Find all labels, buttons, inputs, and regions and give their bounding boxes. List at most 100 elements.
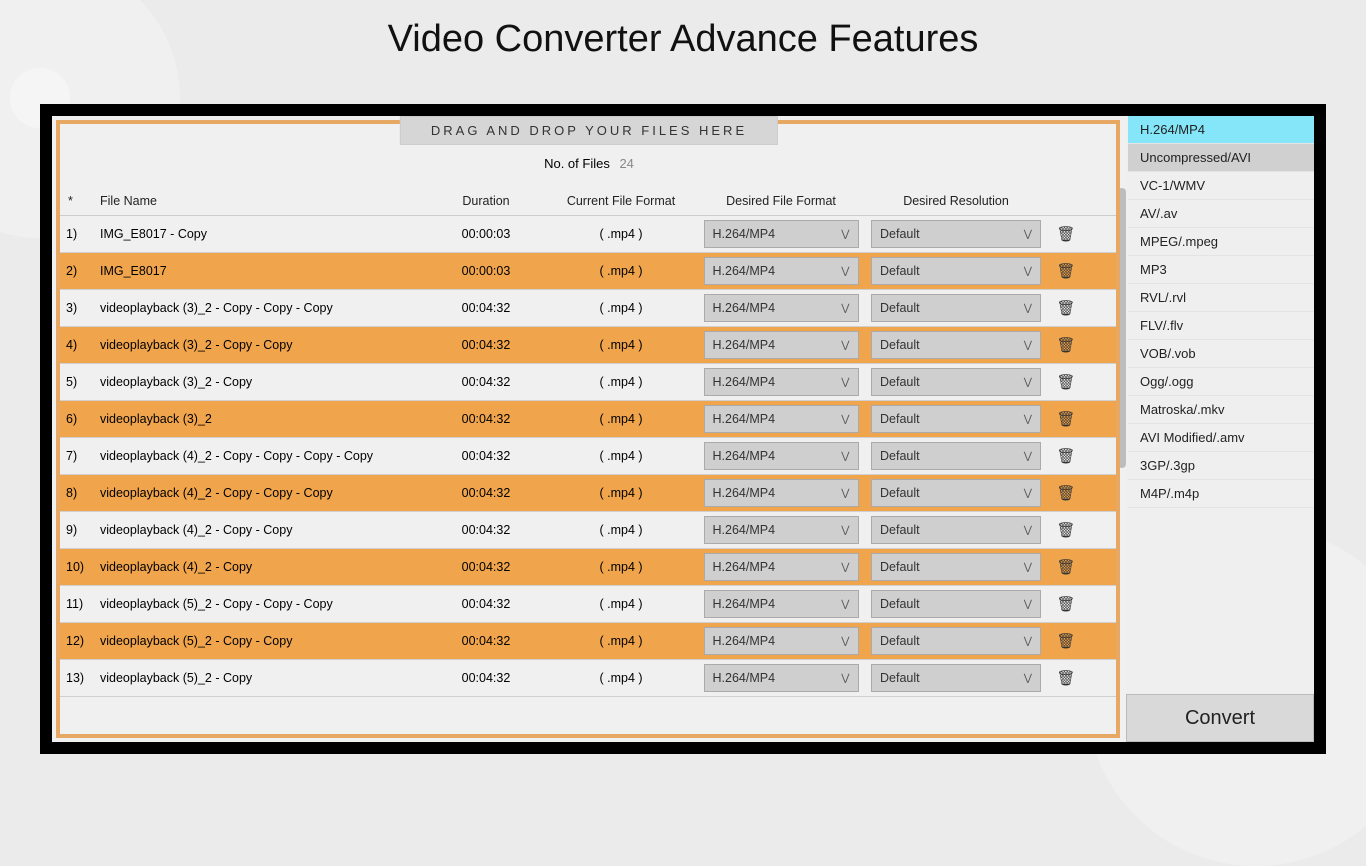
row-duration: 00:04:32 (426, 560, 546, 574)
table-row[interactable]: 9) videoplayback (4)_2 - Copy - Copy 00:… (60, 512, 1116, 549)
table-row[interactable]: 4) videoplayback (3)_2 - Copy - Copy 00:… (60, 327, 1116, 364)
chevron-down-icon: ⋁ (1024, 562, 1032, 573)
table-header: * File Name Duration Current File Format… (60, 186, 1116, 216)
delete-icon[interactable]: 🗑 (1056, 670, 1075, 687)
delete-icon[interactable]: 🗑 (1056, 300, 1075, 317)
row-index: 9) (60, 523, 96, 537)
delete-icon[interactable]: 🗑 (1056, 485, 1075, 502)
table-row[interactable]: 7) videoplayback (4)_2 - Copy - Copy - C… (60, 438, 1116, 475)
select-value: H.264/MP4 (713, 597, 776, 611)
desired-format-select[interactable]: H.264/MP4 ⋁ (704, 479, 859, 507)
row-filename: videoplayback (4)_2 - Copy - Copy (96, 523, 426, 537)
format-option[interactable]: AV/.av (1128, 200, 1314, 228)
desired-resolution-select[interactable]: Default ⋁ (871, 294, 1041, 322)
delete-icon[interactable]: 🗑 (1056, 337, 1075, 354)
chevron-down-icon: ⋁ (841, 266, 849, 277)
row-index: 10) (60, 560, 96, 574)
table-row[interactable]: 11) videoplayback (5)_2 - Copy - Copy - … (60, 586, 1116, 623)
format-option[interactable]: AVI Modified/.amv (1128, 424, 1314, 452)
format-option[interactable]: M4P/.m4p (1128, 480, 1314, 508)
chevron-down-icon: ⋁ (841, 377, 849, 388)
desired-format-select[interactable]: H.264/MP4 ⋁ (704, 553, 859, 581)
chevron-down-icon: ⋁ (841, 599, 849, 610)
chevron-down-icon: ⋁ (1024, 377, 1032, 388)
file-count-label: No. of Files (544, 156, 610, 171)
main-panel: DRAG AND DROP YOUR FILES HERE No. of Fil… (52, 116, 1126, 742)
delete-icon[interactable]: 🗑 (1056, 374, 1075, 391)
desired-format-select[interactable]: H.264/MP4 ⋁ (704, 405, 859, 433)
desired-format-select[interactable]: H.264/MP4 ⋁ (704, 368, 859, 396)
header-duration: Duration (426, 194, 546, 208)
page-title: Video Converter Advance Features (0, 18, 1366, 61)
row-duration: 00:04:32 (426, 597, 546, 611)
delete-icon[interactable]: 🗑 (1056, 596, 1075, 613)
format-option[interactable]: FLV/.flv (1128, 312, 1314, 340)
table-row[interactable]: 3) videoplayback (3)_2 - Copy - Copy - C… (60, 290, 1116, 327)
format-option[interactable]: MP3 (1128, 256, 1314, 284)
desired-resolution-select[interactable]: Default ⋁ (871, 331, 1041, 359)
format-option[interactable]: Ogg/.ogg (1128, 368, 1314, 396)
chevron-down-icon: ⋁ (1024, 525, 1032, 536)
desired-format-select[interactable]: H.264/MP4 ⋁ (704, 590, 859, 618)
table-row[interactable]: 2) IMG_E8017 00:00:03 ( .mp4 ) H.264/MP4… (60, 253, 1116, 290)
format-option[interactable]: RVL/.rvl (1128, 284, 1314, 312)
chevron-down-icon: ⋁ (841, 525, 849, 536)
table-row[interactable]: 1) IMG_E8017 - Copy 00:00:03 ( .mp4 ) H.… (60, 216, 1116, 253)
delete-icon[interactable]: 🗑 (1056, 411, 1075, 428)
desired-resolution-select[interactable]: Default ⋁ (871, 590, 1041, 618)
select-value: Default (880, 486, 920, 500)
drop-banner[interactable]: DRAG AND DROP YOUR FILES HERE (400, 116, 778, 145)
header-current-format: Current File Format (546, 194, 696, 208)
desired-resolution-select[interactable]: Default ⋁ (871, 479, 1041, 507)
desired-format-select[interactable]: H.264/MP4 ⋁ (704, 257, 859, 285)
desired-format-select[interactable]: H.264/MP4 ⋁ (704, 442, 859, 470)
table-row[interactable]: 10) videoplayback (4)_2 - Copy 00:04:32 … (60, 549, 1116, 586)
delete-icon[interactable]: 🗑 (1056, 559, 1075, 576)
desired-resolution-select[interactable]: Default ⋁ (871, 405, 1041, 433)
desired-resolution-select[interactable]: Default ⋁ (871, 442, 1041, 470)
desired-resolution-select[interactable]: Default ⋁ (871, 368, 1041, 396)
row-index: 12) (60, 634, 96, 648)
desired-resolution-select[interactable]: Default ⋁ (871, 664, 1041, 692)
format-option[interactable]: VC-1/WMV (1128, 172, 1314, 200)
format-option[interactable]: VOB/.vob (1128, 340, 1314, 368)
desired-resolution-select[interactable]: Default ⋁ (871, 627, 1041, 655)
format-option[interactable]: Matroska/.mkv (1128, 396, 1314, 424)
chevron-down-icon: ⋁ (1024, 599, 1032, 610)
scrollbar-thumb[interactable] (1118, 188, 1126, 468)
desired-format-select[interactable]: H.264/MP4 ⋁ (704, 331, 859, 359)
table-row[interactable]: 6) videoplayback (3)_2 00:04:32 ( .mp4 )… (60, 401, 1116, 438)
file-count-value: 24 (619, 156, 633, 171)
row-filename: IMG_E8017 - Copy (96, 227, 426, 241)
desired-format-select[interactable]: H.264/MP4 ⋁ (704, 294, 859, 322)
delete-icon[interactable]: 🗑 (1056, 522, 1075, 539)
delete-icon[interactable]: 🗑 (1056, 633, 1075, 650)
desired-resolution-select[interactable]: Default ⋁ (871, 220, 1041, 248)
desired-resolution-select[interactable]: Default ⋁ (871, 257, 1041, 285)
delete-icon[interactable]: 🗑 (1056, 263, 1075, 280)
format-option[interactable]: H.264/MP4 (1128, 116, 1314, 144)
select-value: Default (880, 264, 920, 278)
desired-format-select[interactable]: H.264/MP4 ⋁ (704, 664, 859, 692)
table-row[interactable]: 8) videoplayback (4)_2 - Copy - Copy - C… (60, 475, 1116, 512)
select-value: Default (880, 301, 920, 315)
desired-format-select[interactable]: H.264/MP4 ⋁ (704, 516, 859, 544)
table-row[interactable]: 13) videoplayback (5)_2 - Copy 00:04:32 … (60, 660, 1116, 697)
format-option[interactable]: Uncompressed/AVI (1128, 144, 1314, 172)
desired-format-select[interactable]: H.264/MP4 ⋁ (704, 627, 859, 655)
convert-button[interactable]: Convert (1126, 694, 1314, 742)
desired-format-select[interactable]: H.264/MP4 ⋁ (704, 220, 859, 248)
format-list[interactable]: H.264/MP4Uncompressed/AVIVC-1/WMVAV/.avM… (1128, 116, 1314, 508)
delete-icon[interactable]: 🗑 (1056, 226, 1075, 243)
table-row[interactable]: 12) videoplayback (5)_2 - Copy - Copy 00… (60, 623, 1116, 660)
delete-icon[interactable]: 🗑 (1056, 448, 1075, 465)
desired-resolution-select[interactable]: Default ⋁ (871, 516, 1041, 544)
row-current-format: ( .mp4 ) (546, 560, 696, 574)
format-option[interactable]: MPEG/.mpeg (1128, 228, 1314, 256)
table-row[interactable]: 5) videoplayback (3)_2 - Copy 00:04:32 (… (60, 364, 1116, 401)
row-filename: videoplayback (4)_2 - Copy (96, 560, 426, 574)
desired-resolution-select[interactable]: Default ⋁ (871, 553, 1041, 581)
row-current-format: ( .mp4 ) (546, 523, 696, 537)
format-option[interactable]: 3GP/.3gp (1128, 452, 1314, 480)
row-current-format: ( .mp4 ) (546, 486, 696, 500)
